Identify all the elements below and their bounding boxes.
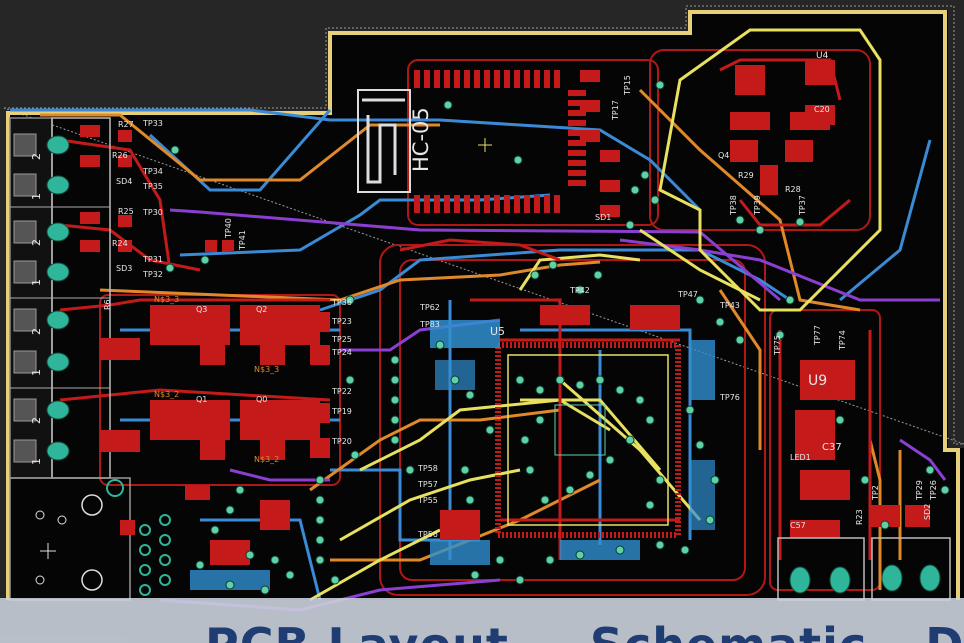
svg-text:R28: R28: [785, 185, 801, 194]
svg-text:TP36: TP36: [331, 298, 352, 307]
svg-text:C20: C20: [814, 105, 830, 114]
svg-text:R23: R23: [855, 509, 864, 525]
svg-text:TP57: TP57: [417, 480, 438, 489]
svg-text:R27: R27: [118, 120, 134, 129]
svg-text:1: 1: [30, 369, 43, 376]
svg-text:1: 1: [30, 279, 43, 286]
svg-text:1: 1: [30, 193, 43, 200]
svg-text:SD3: SD3: [116, 264, 132, 273]
svg-text:U9: U9: [808, 373, 827, 389]
svg-text:TP74: TP74: [838, 330, 847, 351]
svg-text:Q0: Q0: [256, 395, 267, 404]
svg-text:R26: R26: [112, 151, 128, 160]
svg-text:SD2: SD2: [923, 504, 932, 520]
svg-text:TP2: TP2: [871, 485, 880, 501]
svg-text:TP22: TP22: [331, 387, 352, 396]
svg-text:TP31: TP31: [142, 255, 163, 264]
svg-text:SD1: SD1: [595, 213, 611, 222]
svg-text:Q4: Q4: [718, 151, 729, 160]
svg-text:N$3_3: N$3_3: [254, 365, 279, 374]
svg-text:TP42: TP42: [569, 286, 590, 295]
svg-text:TP37: TP37: [798, 195, 807, 216]
svg-text:TP15: TP15: [623, 75, 632, 96]
svg-text:TP17: TP17: [611, 100, 620, 121]
svg-text:TP39: TP39: [753, 195, 762, 216]
svg-text:TP30: TP30: [142, 208, 163, 217]
svg-text:TP26: TP26: [929, 480, 938, 501]
svg-text:TP41: TP41: [238, 230, 247, 251]
svg-text:U4: U4: [816, 51, 829, 61]
svg-text:TP23: TP23: [331, 317, 352, 326]
svg-text:1: 1: [30, 458, 43, 465]
svg-text:N$3_2: N$3_2: [254, 455, 279, 464]
svg-text:C37: C37: [822, 442, 842, 453]
svg-text:TP34: TP34: [142, 167, 163, 176]
svg-text:TP32: TP32: [142, 270, 163, 279]
svg-text:TP58: TP58: [417, 464, 438, 473]
svg-text:TP35: TP35: [142, 182, 163, 191]
svg-text:TP20: TP20: [331, 437, 352, 446]
pcb-board: 2 1 2 1 2 1 2 1 HC-05 TP33 TP34 TP35 TP3…: [0, 0, 964, 643]
svg-text:TP55: TP55: [417, 496, 438, 505]
svg-text:TP25: TP25: [331, 335, 352, 344]
svg-text:TP62: TP62: [419, 303, 440, 312]
svg-text:R24: R24: [112, 239, 128, 248]
svg-text:2: 2: [30, 153, 43, 160]
svg-text:TP38: TP38: [729, 195, 738, 216]
svg-text:2: 2: [30, 417, 43, 424]
svg-text:2: 2: [30, 239, 43, 246]
svg-text:N$3_2: N$3_2: [154, 390, 179, 399]
title-banner: PCB Layout — Schematic – Del: [0, 598, 964, 643]
svg-text:TP33: TP33: [142, 119, 163, 128]
svg-text:Q1: Q1: [196, 395, 207, 404]
svg-text:N$3_3: N$3_3: [154, 295, 179, 304]
svg-text:TP83: TP83: [419, 320, 440, 329]
banner-title: PCB Layout — Schematic – Del: [205, 618, 964, 643]
module-label: HC-05: [409, 107, 433, 172]
svg-text:SD4: SD4: [116, 177, 132, 186]
svg-text:R25: R25: [118, 207, 134, 216]
svg-text:U5: U5: [490, 325, 505, 338]
svg-text:TP75: TP75: [773, 335, 782, 356]
svg-text:R29: R29: [738, 171, 754, 180]
svg-text:C57: C57: [790, 521, 806, 530]
svg-text:TP76: TP76: [719, 393, 740, 402]
svg-text:TP19: TP19: [331, 407, 352, 416]
svg-text:2: 2: [30, 328, 43, 335]
svg-text:TP77: TP77: [813, 325, 822, 346]
svg-text:TP29: TP29: [915, 480, 924, 501]
svg-text:LED1: LED1: [790, 453, 811, 462]
svg-text:TP40: TP40: [224, 218, 233, 239]
svg-text:Q2: Q2: [256, 305, 267, 314]
svg-text:TP24: TP24: [331, 348, 352, 357]
svg-text:R6: R6: [103, 299, 112, 310]
svg-text:Q3: Q3: [196, 305, 207, 314]
svg-text:TP43: TP43: [719, 301, 740, 310]
svg-text:TP56: TP56: [417, 530, 438, 539]
svg-text:TP47: TP47: [677, 290, 698, 299]
